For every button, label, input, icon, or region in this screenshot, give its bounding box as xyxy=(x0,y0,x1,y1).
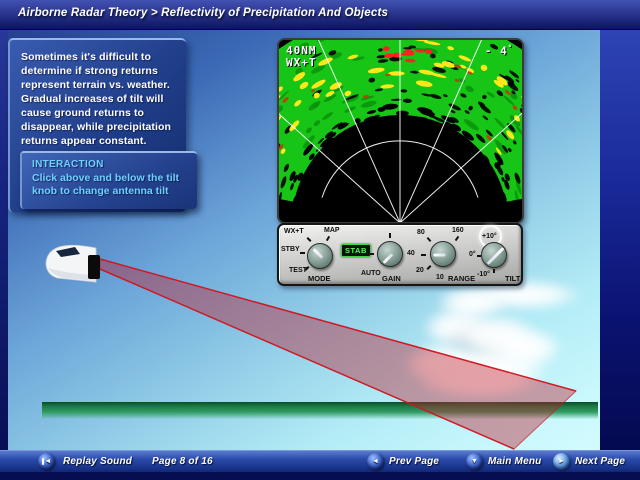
title-bar: Airborne Radar Theory > Reflectivity of … xyxy=(0,0,640,30)
mode-label-map[interactable]: MAP xyxy=(324,227,340,234)
replay-sound-button[interactable]: ◄ xyxy=(38,453,55,470)
tilt-label-minus10[interactable]: -10° xyxy=(477,271,490,278)
next-page-button[interactable]: ► xyxy=(553,453,570,470)
right-border-band xyxy=(600,30,640,450)
skip-back-icon xyxy=(42,458,44,465)
range-knob-pointer xyxy=(433,254,445,257)
tilt-label-plus10[interactable]: +10° xyxy=(482,233,497,240)
gain-label-auto[interactable]: AUTO xyxy=(361,270,381,277)
range-label-80[interactable]: 80 xyxy=(417,229,425,236)
tilt-knob-pointer xyxy=(486,247,504,265)
radar-mode-readout: WX+T xyxy=(286,56,317,69)
range-caption: RANGE xyxy=(448,274,475,283)
replay-sound-label[interactable]: Replay Sound xyxy=(63,456,132,467)
degree-symbol: ° xyxy=(508,44,513,52)
chevron-down-icon: ▼ xyxy=(471,458,478,465)
ground-terrain-bar xyxy=(42,402,598,419)
radar-tilt-readout: - 4° xyxy=(485,44,513,58)
range-label-10[interactable]: 10 xyxy=(436,274,444,281)
range-knob[interactable] xyxy=(430,241,456,267)
next-page-label[interactable]: Next Page xyxy=(575,456,625,467)
range-label-20[interactable]: 20 xyxy=(416,267,424,274)
lesson-text: Sometimes it's difficult to determine if… xyxy=(21,50,177,148)
page-indicator: Page 8 of 16 xyxy=(152,456,213,467)
stab-indicator: STAB xyxy=(341,244,371,257)
navigation-bar: ◄ Replay Sound Page 8 of 16 ◄ Prev Page … xyxy=(0,450,640,472)
interaction-instructions: Click above and below the tilt knob to c… xyxy=(32,172,194,198)
chevron-right-icon: ► xyxy=(558,458,565,465)
range-label-40[interactable]: 40 xyxy=(407,250,415,257)
main-menu-button[interactable]: ▼ xyxy=(466,453,483,470)
tilt-label-zero[interactable]: 0° xyxy=(469,251,476,258)
prev-page-label[interactable]: Prev Page xyxy=(389,456,439,467)
chevron-left-icon: ◄ xyxy=(372,458,379,465)
aircraft-nose-illustration xyxy=(44,242,104,286)
gain-knob-pointer xyxy=(382,253,393,264)
tilt-knob[interactable] xyxy=(481,242,507,268)
gain-knob[interactable] xyxy=(377,241,403,267)
radar-control-panel: WX+T MAP STBY TEST MODE STAB AUTO GAIN 8… xyxy=(277,223,523,286)
radar-antenna xyxy=(88,255,100,279)
mode-label-wxt[interactable]: WX+T xyxy=(284,228,304,235)
radar-display: 40NM WX+T - 4° xyxy=(277,38,524,224)
storm-cloud-illustration xyxy=(383,273,588,401)
mode-caption: MODE xyxy=(308,274,331,283)
main-menu-label[interactable]: Main Menu xyxy=(488,456,541,467)
mode-knob-pointer xyxy=(312,248,323,259)
range-label-160[interactable]: 160 xyxy=(452,227,464,234)
gain-caption: GAIN xyxy=(382,274,401,283)
prev-page-button[interactable]: ◄ xyxy=(367,453,384,470)
mode-knob[interactable] xyxy=(307,243,333,269)
interaction-panel: INTERACTION Click above and below the ti… xyxy=(20,151,197,209)
interaction-heading: INTERACTION xyxy=(32,159,104,170)
tilt-caption: TILT xyxy=(505,274,520,283)
mode-label-stby[interactable]: STBY xyxy=(281,246,300,253)
page-title: Airborne Radar Theory > Reflectivity of … xyxy=(18,7,388,19)
